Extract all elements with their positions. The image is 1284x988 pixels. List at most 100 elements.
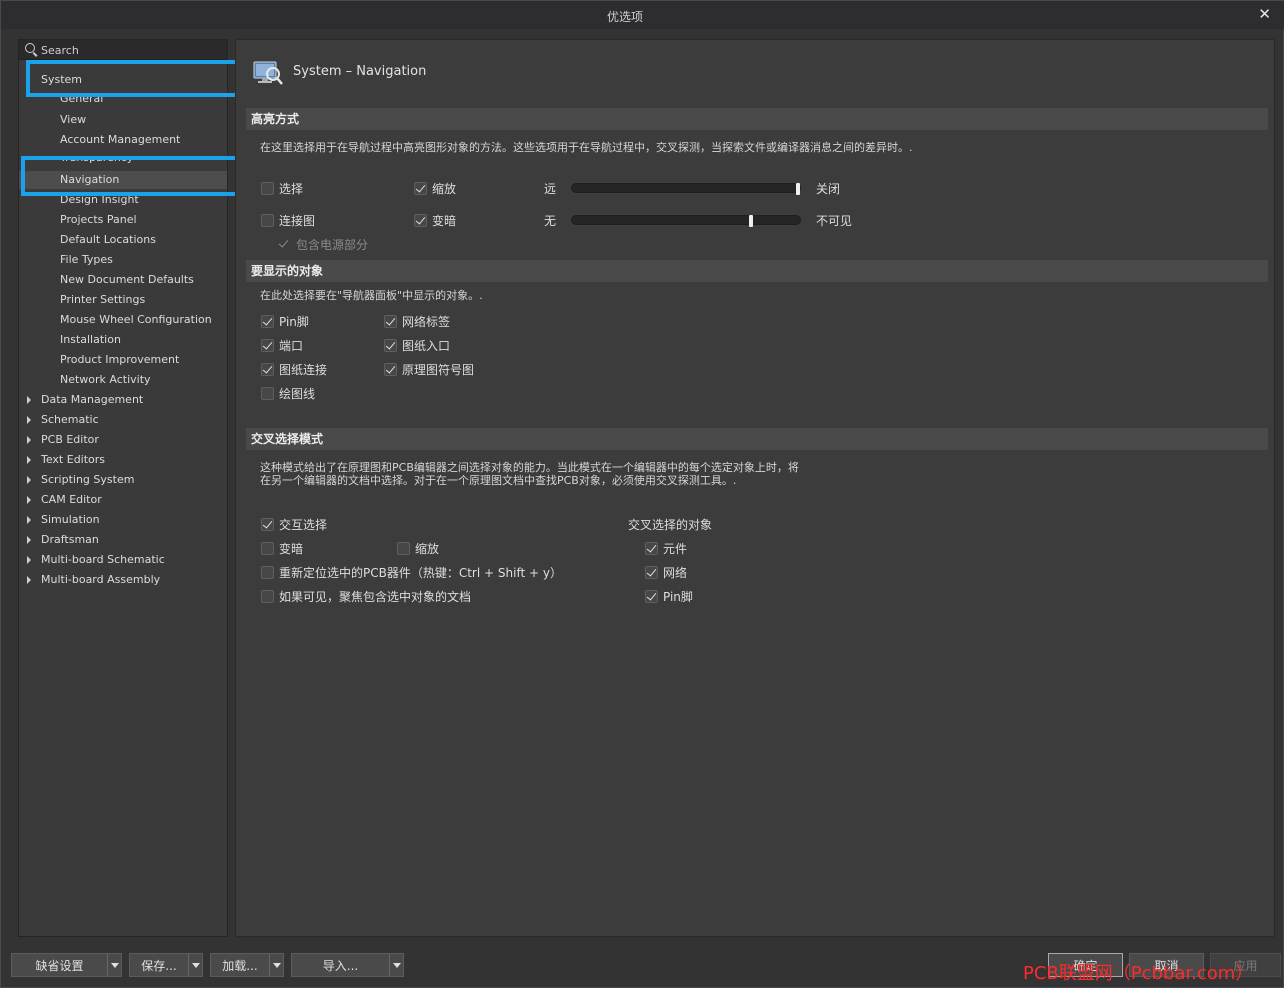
tree-item-general[interactable]: General <box>19 96 227 104</box>
chevron-down-icon[interactable] <box>107 954 121 976</box>
checkbox-box[interactable] <box>384 314 397 328</box>
expand-arrow-icon[interactable] <box>27 456 31 464</box>
expand-arrow-icon[interactable] <box>27 416 31 424</box>
checkbox-box[interactable] <box>261 589 274 603</box>
tree-item-installation[interactable]: Installation <box>19 331 227 349</box>
title-bar: 优选项 ✕ <box>1 1 1284 29</box>
checkbox-cross-zoom[interactable]: 缩放 <box>397 540 439 556</box>
checkbox-cross-select[interactable]: 交互选择 <box>261 516 327 532</box>
chevron-down-icon[interactable] <box>389 954 403 976</box>
checkbox-sheet-symbols[interactable]: 原理图符号图 <box>384 361 474 377</box>
checkbox-sheet-entries[interactable]: 图纸入口 <box>384 337 450 353</box>
slider-thumb[interactable] <box>796 183 800 195</box>
slider-thumb[interactable] <box>749 215 753 227</box>
checkbox-select[interactable]: 选择 <box>261 180 303 196</box>
search-input[interactable] <box>41 42 221 58</box>
search-box[interactable] <box>19 40 227 60</box>
chevron-down-icon[interactable] <box>188 954 202 976</box>
checkbox-box[interactable] <box>397 541 410 555</box>
tree-item-account-management[interactable]: Account Management <box>19 131 227 149</box>
tree-item-mouse-wheel-configuration[interactable]: Mouse Wheel Configuration <box>19 311 227 329</box>
tree-item-product-improvement[interactable]: Product Improvement <box>19 351 227 369</box>
checkbox-box[interactable] <box>645 565 658 579</box>
checkbox-box[interactable] <box>261 314 274 328</box>
tree-item-default-locations[interactable]: Default Locations <box>19 231 227 249</box>
navigation-page-icon <box>253 61 283 85</box>
tree-item-network-activity[interactable]: Network Activity <box>19 371 227 389</box>
tree-item-simulation[interactable]: Simulation <box>19 511 227 529</box>
expand-arrow-icon[interactable] <box>27 496 31 504</box>
tree-item-cam-editor[interactable]: CAM Editor <box>19 491 227 509</box>
dim-slider-max-label: 不可见 <box>816 214 853 228</box>
checkbox-graphic-lines[interactable]: 绘图线 <box>261 385 315 401</box>
zoom-precision-slider[interactable] <box>571 183 801 195</box>
checkbox-box[interactable] <box>414 181 427 195</box>
tree-item-file-types[interactable]: File Types <box>19 251 227 269</box>
checkbox-pins[interactable]: Pin脚 <box>261 313 309 329</box>
dim-level-slider[interactable] <box>571 215 801 227</box>
expand-arrow-icon[interactable] <box>27 396 31 404</box>
tree-item-view[interactable]: View <box>19 111 227 129</box>
checkbox-cross-components[interactable]: 元件 <box>645 540 687 556</box>
tree-item-multi-board-assembly[interactable]: Multi-board Assembly <box>19 571 227 589</box>
checkbox-cross-dim[interactable]: 变暗 <box>261 540 303 556</box>
cross-select-objects-title: 交叉选择的对象 <box>628 518 713 532</box>
checkbox-box[interactable] <box>261 213 274 227</box>
watermark-text: PCB联盟网（Pcbbar.com） <box>1023 963 1254 984</box>
checkbox-dim[interactable]: 变暗 <box>414 212 456 228</box>
section-header-highlight-methods: 高亮方式 <box>246 108 1268 130</box>
checkbox-box[interactable] <box>261 541 274 555</box>
checkbox-cross-nets[interactable]: 网络 <box>645 564 687 580</box>
tree-item-text-editors[interactable]: Text Editors <box>19 451 227 469</box>
expand-arrow-icon[interactable] <box>27 476 31 484</box>
checkbox-zoom[interactable]: 缩放 <box>414 180 456 196</box>
checkbox-box[interactable] <box>261 386 274 400</box>
checkbox-include-power-parts[interactable]: 包含电源部分 <box>278 236 368 252</box>
checkbox-box[interactable] <box>261 362 274 376</box>
checkbox-box[interactable] <box>261 338 274 352</box>
checkbox-focus-document[interactable]: 如果可见，聚焦包含选中对象的文档 <box>261 588 471 604</box>
objects-description: 在此处选择要在"导航器面板"中显示的对象。. <box>260 289 483 302</box>
annotation-box-navigation <box>21 156 252 196</box>
tree-item-draftsman[interactable]: Draftsman <box>19 531 227 549</box>
preferences-dialog: 优选项 ✕ System General View Account Manage… <box>0 0 1284 988</box>
cross-select-description-line1: 这种模式给出了在原理图和PCB编辑器之间选择对象的能力。当此模式在一个编辑器中的… <box>260 461 799 474</box>
dim-slider-min-label: 无 <box>544 214 557 228</box>
tree-item-printer-settings[interactable]: Printer Settings <box>19 291 227 309</box>
checkbox-box[interactable] <box>645 589 658 603</box>
tree-item-data-management[interactable]: Data Management <box>19 391 227 409</box>
tree-item-pcb-editor[interactable]: PCB Editor <box>19 431 227 449</box>
expand-arrow-icon[interactable] <box>27 516 31 524</box>
checkbox-box[interactable] <box>261 565 274 579</box>
defaults-button[interactable]: 缺省设置 <box>11 953 122 977</box>
tree-item-schematic[interactable]: Schematic <box>19 411 227 429</box>
save-button[interactable]: 保存... <box>129 953 203 977</box>
chevron-down-icon[interactable] <box>269 954 283 976</box>
checkbox-box[interactable] <box>384 338 397 352</box>
checkbox-cross-pins[interactable]: Pin脚 <box>645 588 693 604</box>
expand-arrow-icon[interactable] <box>27 576 31 584</box>
expand-arrow-icon[interactable] <box>27 536 31 544</box>
tree-item-projects-panel[interactable]: Projects Panel <box>19 211 227 229</box>
checkbox-box[interactable] <box>414 213 427 227</box>
expand-arrow-icon[interactable] <box>27 556 31 564</box>
checkbox-box[interactable] <box>261 517 274 531</box>
tree-item-new-document-defaults[interactable]: New Document Defaults <box>19 271 227 289</box>
checkbox-net-labels[interactable]: 网络标签 <box>384 313 450 329</box>
page-title: System – Navigation <box>293 64 427 79</box>
import-button[interactable]: 导入... <box>291 953 404 977</box>
expand-arrow-icon[interactable] <box>27 436 31 444</box>
checkbox-box[interactable] <box>278 238 291 251</box>
close-icon[interactable]: ✕ <box>1258 5 1271 23</box>
checkbox-connection-graph[interactable]: 连接图 <box>261 212 315 228</box>
checkbox-sheet-connectors[interactable]: 图纸连接 <box>261 361 327 377</box>
load-button[interactable]: 加载... <box>210 953 284 977</box>
checkbox-box[interactable] <box>645 541 658 555</box>
checkbox-box[interactable] <box>261 181 274 195</box>
annotation-box-system <box>26 60 244 97</box>
tree-item-multi-board-schematic[interactable]: Multi-board Schematic <box>19 551 227 569</box>
checkbox-box[interactable] <box>384 362 397 376</box>
checkbox-ports[interactable]: 端口 <box>261 337 303 353</box>
checkbox-reposition-pcb-components[interactable]: 重新定位选中的PCB器件（热键：Ctrl + Shift + y） <box>261 564 562 580</box>
tree-item-scripting-system[interactable]: Scripting System <box>19 471 227 489</box>
